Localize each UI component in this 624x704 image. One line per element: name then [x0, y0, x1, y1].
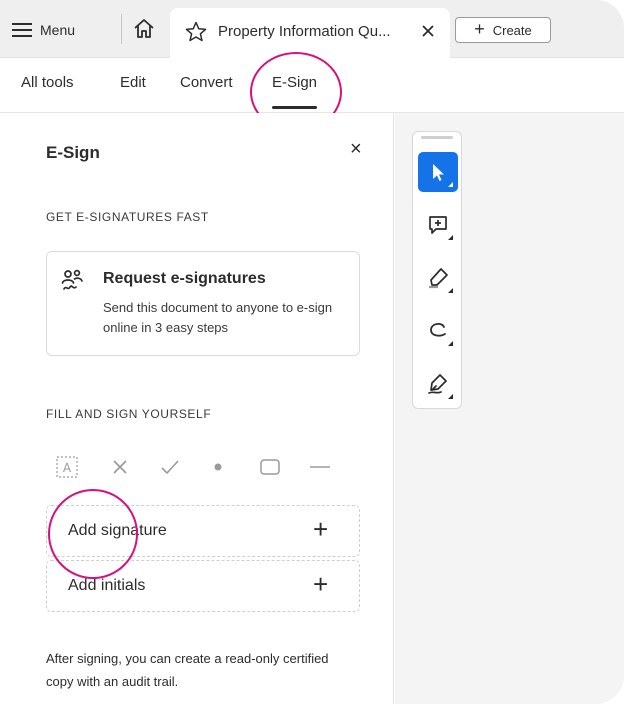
star-icon[interactable] — [184, 20, 208, 44]
select-tool-button[interactable] — [418, 152, 458, 192]
section-label-get-signatures: GET E-SIGNATURES FAST — [46, 210, 209, 224]
add-initials-row[interactable]: Add initials + — [46, 560, 360, 612]
tab-e-sign[interactable]: E-Sign — [272, 74, 318, 109]
document-tab-title: Property Information Qu... — [218, 23, 391, 40]
tool-menu-bar: All tools Edit Convert E-Sign — [0, 58, 624, 113]
highlight-pen-icon — [429, 268, 448, 289]
close-icon[interactable] — [420, 23, 436, 39]
menu-button[interactable]: Menu — [12, 17, 75, 43]
quick-tools-palette — [412, 131, 462, 409]
tab-convert[interactable]: Convert — [180, 74, 233, 91]
check-mark-icon[interactable] — [156, 453, 184, 481]
add-signature-plus-icon[interactable]: + — [313, 516, 328, 542]
tool-options-corner — [448, 288, 453, 293]
add-initials-plus-icon[interactable]: + — [313, 571, 328, 597]
rectangle-icon[interactable] — [256, 453, 284, 481]
add-comment-icon — [429, 216, 447, 234]
line-icon[interactable] — [306, 453, 334, 481]
request-signatures-icon — [61, 269, 83, 290]
add-signature-row[interactable]: Add signature + — [46, 505, 360, 557]
svg-text:A: A — [63, 461, 72, 475]
tool-options-corner — [448, 182, 453, 187]
section-label-fill-sign: FILL AND SIGN YOURSELF — [46, 407, 212, 421]
tab-all-tools[interactable]: All tools — [21, 74, 74, 91]
sign-pen-icon — [428, 374, 447, 394]
add-initials-label: Add initials — [68, 577, 146, 594]
fill-sign-tools: A — [46, 453, 346, 481]
panel-title: E-Sign — [46, 143, 100, 162]
menu-label: Menu — [40, 22, 76, 38]
text-field-icon[interactable]: A — [54, 453, 82, 481]
e-sign-panel: E-Sign × GET E-SIGNATURES FAST Request e… — [0, 113, 394, 704]
app-window: Menu Property Information Qu... + Create… — [0, 0, 624, 704]
tool-options-corner — [448, 341, 453, 346]
dot-icon[interactable] — [204, 453, 232, 481]
panel-close-icon[interactable]: × — [350, 139, 362, 159]
highlight-tool-button[interactable] — [418, 258, 458, 298]
cross-mark-icon[interactable] — [106, 453, 134, 481]
plus-icon: + — [474, 19, 485, 39]
tool-options-corner — [448, 394, 453, 399]
hamburger-icon — [12, 23, 32, 37]
request-title: Request e-signatures — [103, 270, 266, 287]
tab-strip: Menu Property Information Qu... + Create — [0, 0, 624, 58]
add-signature-label: Add signature — [68, 522, 167, 539]
after-signing-note: After signing, you can create a read-onl… — [46, 651, 329, 689]
request-e-signatures-card[interactable]: Request e-signatures Send this document … — [46, 251, 360, 356]
select-cursor-icon — [433, 164, 444, 181]
create-label: Create — [492, 22, 532, 38]
request-description: Send this document to anyone to e-sign o… — [103, 300, 333, 335]
create-button[interactable]: + Create — [455, 17, 551, 43]
tool-options-corner — [448, 235, 453, 240]
draw-freehand-icon — [430, 323, 446, 337]
palette-drag-handle[interactable] — [421, 136, 453, 139]
tab-edit[interactable]: Edit — [120, 74, 146, 91]
divider — [121, 14, 122, 44]
draw-tool-button[interactable] — [418, 311, 458, 351]
sign-tool-button[interactable] — [418, 364, 458, 404]
home-icon[interactable] — [132, 17, 156, 41]
add-comment-button[interactable] — [418, 205, 458, 245]
document-tab[interactable]: Property Information Qu... — [170, 8, 450, 58]
